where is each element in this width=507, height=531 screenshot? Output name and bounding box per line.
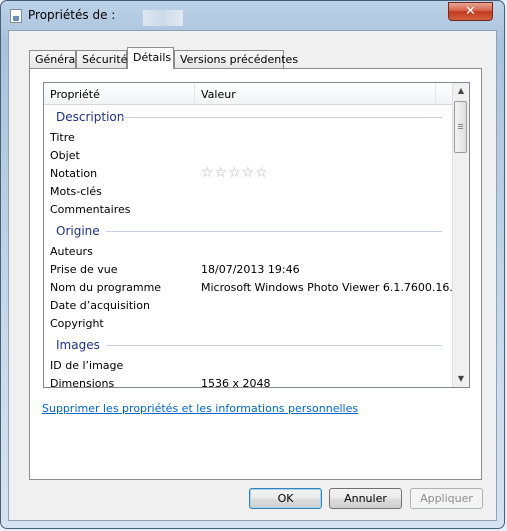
property-label: Titre <box>50 131 75 144</box>
property-label: Notation <box>50 167 98 180</box>
group-divider <box>106 231 442 232</box>
tab-label: Général <box>35 53 79 66</box>
list-item[interactable]: Mots-clés <box>50 185 102 203</box>
apply-button[interactable]: Appliquer <box>410 488 483 509</box>
property-value[interactable]: Microsoft Windows Photo Viewer 6.1.7600.… <box>201 281 460 294</box>
cancel-button[interactable]: Annuler <box>329 488 402 509</box>
remove-properties-link[interactable]: Supprimer les propriétés et les informat… <box>42 402 358 415</box>
list-item[interactable]: Auteurs <box>50 245 93 263</box>
tab-general[interactable]: Général <box>29 50 79 69</box>
list-item[interactable]: Dimensions 1536 x 2048 <box>50 377 271 388</box>
tab-details[interactable]: Détails <box>127 47 174 69</box>
property-label: Nom du programme <box>50 281 162 294</box>
ok-button[interactable]: OK <box>249 488 322 509</box>
column-header-property[interactable]: Propriété <box>50 88 100 101</box>
redacted-filename <box>143 10 183 26</box>
property-label: Auteurs <box>50 245 93 258</box>
column-separator[interactable] <box>435 83 436 104</box>
tab-label: Détails <box>133 51 172 64</box>
tab-securite[interactable]: Sécurité <box>76 50 127 69</box>
group-divider <box>122 117 442 118</box>
property-label: Copyright <box>50 317 104 330</box>
column-header-value[interactable]: Valeur <box>201 88 236 101</box>
property-label: Date d’acquisition <box>50 299 150 312</box>
group-header-description[interactable]: Description <box>56 110 124 124</box>
scrollbar-thumb[interactable] <box>454 101 467 153</box>
rating-stars[interactable]: ☆☆☆☆☆ <box>201 165 269 181</box>
list-item[interactable]: Objet <box>50 149 80 167</box>
vertical-scrollbar[interactable]: ▲ ▼ <box>452 83 469 387</box>
list-header: Propriété Valeur <box>44 83 453 105</box>
close-button[interactable]: ✕ <box>448 2 493 21</box>
property-value[interactable]: 18/07/2013 19:46 <box>201 263 300 276</box>
property-label: Dimensions <box>50 377 115 388</box>
list-item[interactable]: Nom du programme Microsoft Windows Photo… <box>50 281 460 299</box>
tab-label: Sécurité <box>82 53 128 66</box>
file-properties-icon <box>10 9 22 23</box>
tab-label: Versions précédentes <box>180 53 299 66</box>
property-list[interactable]: Propriété Valeur Description Titre Objet… <box>43 82 470 388</box>
property-value[interactable]: 1536 x 2048 <box>201 377 271 387</box>
title-bar[interactable]: Propriétés de : ✕ <box>1 1 504 29</box>
property-label: Prise de vue <box>50 263 118 276</box>
window-title: Propriétés de : <box>28 8 116 22</box>
list-item[interactable]: Commentaires <box>50 203 130 221</box>
property-label: Mots-clés <box>50 185 102 198</box>
property-label: Objet <box>50 149 80 162</box>
grip-icon <box>458 124 463 125</box>
scroll-down-arrow-icon[interactable]: ▼ <box>453 371 469 387</box>
close-icon: ✕ <box>465 4 476 19</box>
list-item[interactable]: ID de l’image <box>50 359 123 377</box>
tab-versions-precedentes[interactable]: Versions précédentes <box>174 50 298 69</box>
property-label: Commentaires <box>50 203 131 216</box>
group-header-images[interactable]: Images <box>56 338 100 352</box>
list-item[interactable]: Copyright <box>50 317 104 335</box>
scroll-up-arrow-icon[interactable]: ▲ <box>453 83 469 99</box>
property-label: ID de l’image <box>50 359 124 372</box>
list-item[interactable]: Prise de vue 18/07/2013 19:46 <box>50 263 300 281</box>
group-header-origine[interactable]: Origine <box>56 224 100 238</box>
list-item[interactable]: Titre <box>50 131 75 149</box>
column-separator[interactable] <box>194 83 195 104</box>
list-item[interactable]: Notation ☆☆☆☆☆ <box>50 165 268 185</box>
list-item[interactable]: Date d’acquisition <box>50 299 150 317</box>
group-divider <box>106 345 442 346</box>
